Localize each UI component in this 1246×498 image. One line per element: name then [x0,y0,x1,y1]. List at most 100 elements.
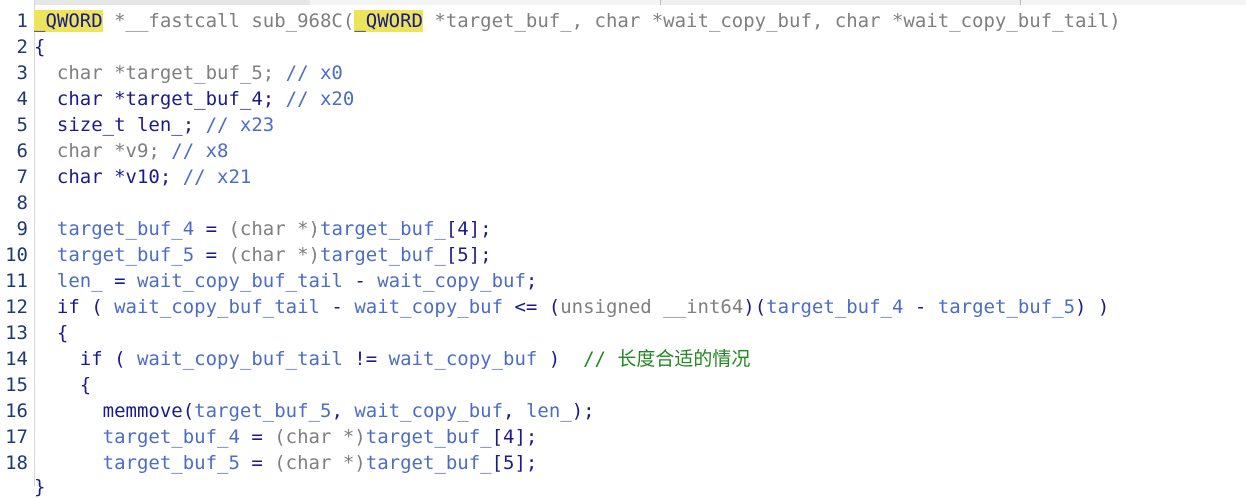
identifier[interactable]: target_buf_5 [34,244,194,266]
code-token[interactable]: - [343,270,377,292]
code-token[interactable]: char *v9; [34,140,171,162]
code-text[interactable]: if ( wait_copy_buf_tail != wait_copy_buf… [34,346,751,372]
identifier[interactable]: target_buf_5 [194,400,331,422]
identifier[interactable]: target_buf_4 [766,296,903,318]
identifier[interactable]: target_buf_4 [34,218,194,240]
code-text[interactable]: len_ = wait_copy_buf_tail - wait_copy_bu… [34,268,538,294]
identifier[interactable]: wait_copy_buf_tail [114,296,320,318]
code-text[interactable]: { [34,320,68,346]
comment[interactable]: // x21 [183,166,252,188]
identifier[interactable]: wait_copy_buf [354,400,503,422]
code-token[interactable]: { [34,322,68,344]
code-token[interactable]: [5]; [446,244,492,266]
code-token[interactable]: = [240,452,274,474]
code-text[interactable]: _QWORD *__fastcall sub_968C(_QWORD *targ… [34,8,1121,34]
code-line[interactable]: 2{ [0,34,1246,60]
code-token[interactable]: [5]; [492,452,538,474]
identifier[interactable]: target_buf_5 [938,296,1075,318]
code-token[interactable]: char *v10; [34,166,183,188]
code-line[interactable]: 17 target_buf_4 = (char *)target_buf_[4]… [0,424,1246,450]
code-line[interactable]: 9 target_buf_4 = (char *)target_buf_[4]; [0,216,1246,242]
tab[interactable] [1020,0,1246,5]
identifier[interactable]: wait_copy_buf [377,270,526,292]
identifier[interactable]: len_ [34,270,103,292]
code-line[interactable]: 7 char *v10; // x21 [0,164,1246,190]
code-token[interactable]: { [34,36,45,58]
code-line[interactable]: 15 { [0,372,1246,398]
code-token[interactable]: if ( [34,296,114,318]
identifier[interactable]: target_buf_ [366,426,492,448]
code-token[interactable]: ; [526,270,537,292]
code-token[interactable]: *__fastcall sub_968C( [103,10,354,32]
code-token[interactable]: = [240,426,274,448]
code-token[interactable]: (char *) [228,244,320,266]
code-text[interactable]: memmove(target_buf_5, wait_copy_buf, len… [34,398,595,424]
code-token[interactable]: (char *) [228,218,320,240]
code-token[interactable]: )( [743,296,766,318]
code-text[interactable]: target_buf_4 = (char *)target_buf_[4]; [34,216,492,242]
code-text[interactable]: char *v10; // x21 [34,164,251,190]
comment[interactable]: // x20 [286,88,355,110]
code-line[interactable]: 11 len_ = wait_copy_buf_tail - wait_copy… [0,268,1246,294]
code-line[interactable]: 10 target_buf_5 = (char *)target_buf_[5]… [0,242,1246,268]
code-token[interactable]: , [503,400,526,422]
comment[interactable]: // x8 [171,140,228,162]
code-text[interactable]: target_buf_5 = (char *)target_buf_[5]; [34,450,538,476]
code-token[interactable]: size_t len_; [34,114,206,136]
code-token[interactable]: { [34,374,91,396]
code-text[interactable]: target_buf_4 = (char *)target_buf_[4]; [34,424,538,450]
code-token[interactable]: unsigned __int64 [560,296,743,318]
identifier[interactable]: target_buf_ [320,244,446,266]
tab[interactable] [310,0,660,5]
code-line[interactable]: 16 memmove(target_buf_5, wait_copy_buf, … [0,398,1246,424]
code-text[interactable]: { [34,372,91,398]
code-line[interactable]: 12 if ( wait_copy_buf_tail - wait_copy_b… [0,294,1246,320]
code-token[interactable]: <= ( [503,296,560,318]
code-token[interactable]: memmove( [34,400,195,422]
comment[interactable]: // x0 [286,62,343,84]
code-line[interactable]: 5 size_t len_; // x23 [0,112,1246,138]
identifier[interactable]: len_ [526,400,572,422]
comment[interactable]: // x23 [206,114,275,136]
code-token[interactable]: [4]; [492,426,538,448]
code-line[interactable]: 6 char *v9; // x8 [0,138,1246,164]
code-text[interactable]: char *v9; // x8 [34,138,229,164]
identifier[interactable]: target_buf_ [366,452,492,474]
code-text[interactable]: char *target_buf_5; // x0 [34,60,343,86]
code-token[interactable]: char *target_buf_5; [34,62,286,84]
code-token[interactable]: if ( [34,348,137,370]
code-token[interactable]: char *target_buf_4; [34,88,286,110]
code-token[interactable]: ) ) [1075,296,1109,318]
code-token[interactable]: [4]; [446,218,492,240]
code-token[interactable]: ); [572,400,595,422]
code-token[interactable]: - [903,296,937,318]
code-text[interactable]: char *target_buf_4; // x20 [34,86,354,112]
code-token[interactable]: , [331,400,354,422]
code-token[interactable]: ) [537,348,583,370]
code-token[interactable]: *target_buf_, char *wait_copy_buf, char … [423,10,1120,32]
tab[interactable] [660,0,1021,5]
code-text[interactable]: if ( wait_copy_buf_tail - wait_copy_buf … [34,294,1110,320]
code-token[interactable]: (char *) [274,452,366,474]
code-line[interactable]: 4 char *target_buf_4; // x20 [0,86,1246,112]
pseudocode-editor[interactable]: 1 _QWORD *__fastcall sub_968C(_QWORD *tar… [0,8,1246,476]
code-token[interactable]: = [103,270,137,292]
code-line[interactable]: 14 if ( wait_copy_buf_tail != wait_copy_… [0,346,1246,372]
comment[interactable]: // 长度合适的情况 [583,348,750,370]
code-token[interactable]: = [194,218,228,240]
code-token[interactable]: = [194,244,228,266]
code-text[interactable]: size_t len_; // x23 [34,112,274,138]
identifier[interactable]: target_buf_ [320,218,446,240]
code-line[interactable]: 3 char *target_buf_5; // x0 [0,60,1246,86]
code-line[interactable]: 1 _QWORD *__fastcall sub_968C(_QWORD *tar… [0,8,1246,34]
code-line[interactable]: 13 { [0,320,1246,346]
identifier[interactable]: target_buf_4 [34,426,240,448]
identifier[interactable]: wait_copy_buf [354,296,503,318]
code-line[interactable]: 18 target_buf_5 = (char *)target_buf_[5]… [0,450,1246,476]
identifier[interactable]: wait_copy_buf_tail [137,348,343,370]
identifier[interactable]: target_buf_5 [34,452,240,474]
code-token[interactable]: (char *) [274,426,366,448]
identifier[interactable]: wait_copy_buf_tail [137,270,343,292]
highlighted-token[interactable]: _QWORD [34,10,103,32]
code-line[interactable]: 8 [0,190,1246,216]
